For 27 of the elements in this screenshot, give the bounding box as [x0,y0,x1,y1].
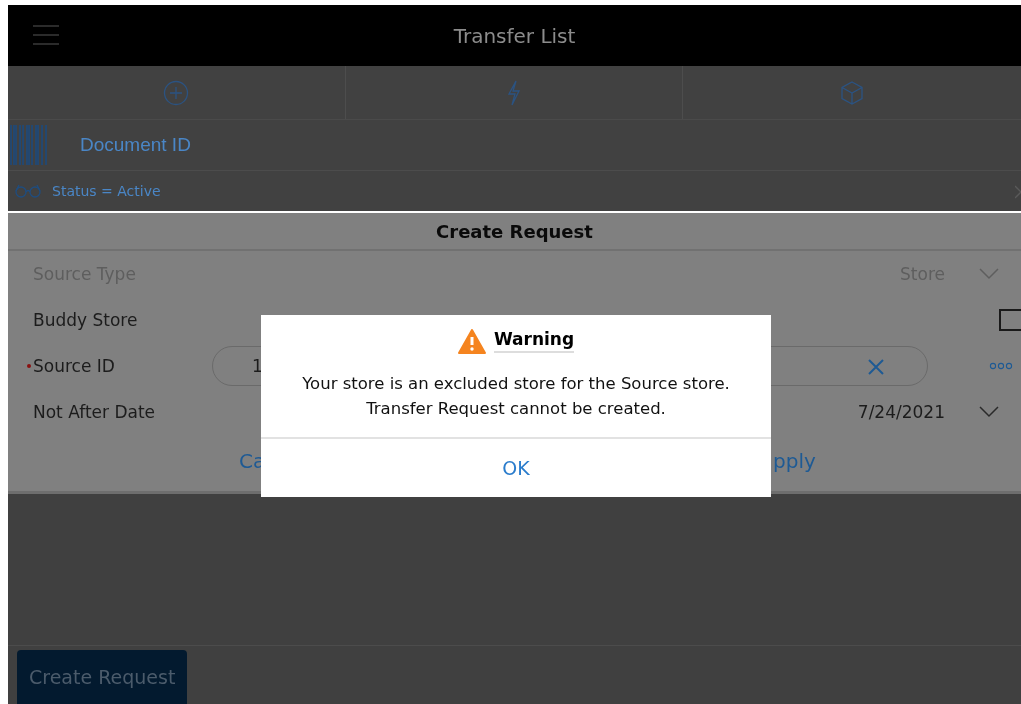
glasses-icon [14,184,42,198]
dialog-title: Warning [493,329,575,353]
checkbox[interactable] [999,309,1021,331]
dialog-message: Your store is an excluded store for the Source store. [301,373,731,395]
cube-icon[interactable] [839,79,866,106]
chevron-down-icon[interactable] [979,268,999,280]
document-id-field[interactable]: Document ID [78,133,322,157]
filter-label[interactable]: Status = Active [52,183,161,199]
menu-icon[interactable] [33,25,59,45]
lightning-icon[interactable] [506,79,522,106]
chevron-right-icon[interactable] [1015,185,1021,199]
create-request-button[interactable]: Create Request [17,650,188,704]
panel-title: Create Request [436,220,593,242]
field-label: Buddy Store [33,310,138,330]
apply-button[interactable]: pply [773,449,816,473]
chevron-down-icon[interactable] [979,406,999,418]
field-label: Not After Date [33,402,156,422]
dialog-message: Transfer Request cannot be created. [365,398,667,420]
page-title: Transfer List [453,23,576,48]
add-icon[interactable] [163,79,190,106]
more-icon[interactable] [989,362,1013,370]
warning-icon [457,328,486,354]
clear-icon[interactable] [868,359,884,375]
ok-button[interactable]: OK [496,456,536,480]
barcode-icon[interactable] [10,125,48,165]
field-label: Source ID [33,356,115,376]
select-value[interactable]: 7/24/2021 [857,402,945,422]
